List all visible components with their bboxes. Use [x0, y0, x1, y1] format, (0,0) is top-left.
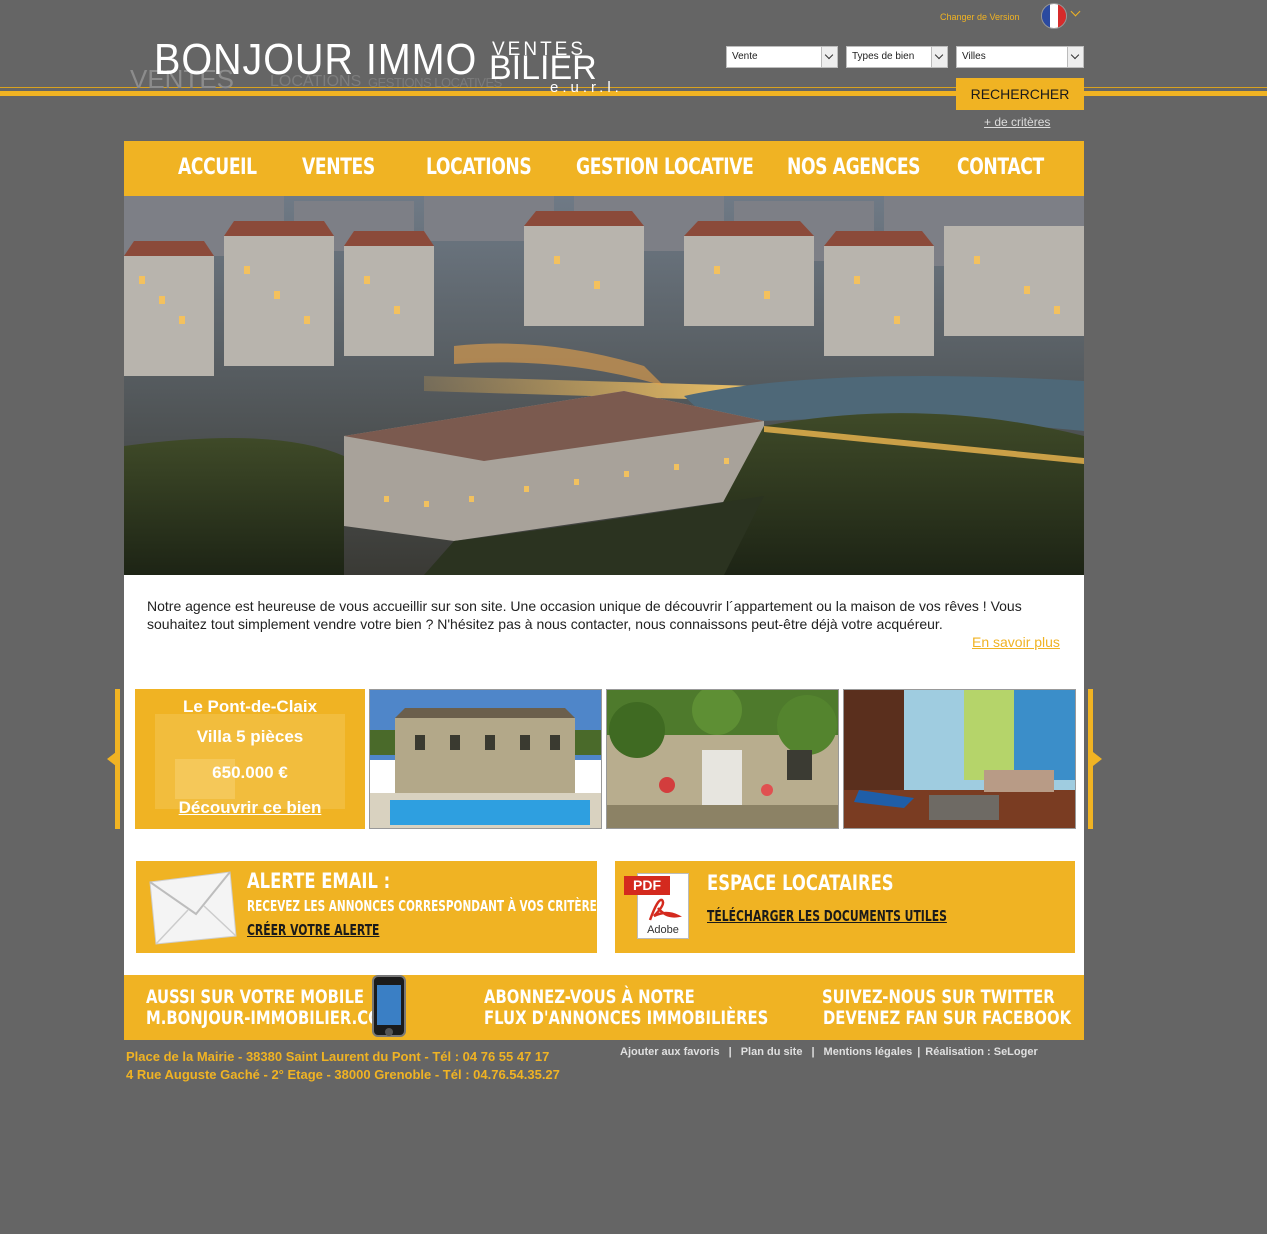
property-thumbnail-villa-pool[interactable] [369, 689, 602, 829]
logo-main[interactable]: BONJOUR IMMO [154, 38, 477, 82]
site-map-link[interactable]: Plan du site [741, 1046, 803, 1058]
envelope-icon [149, 871, 237, 945]
address-saint-laurent: Place de la Mairie - 38380 Saint Laurent… [126, 1049, 550, 1064]
facebook-link[interactable]: DEVENEZ FAN SUR FACEBOOK [823, 1008, 1071, 1029]
chevron-down-icon [821, 47, 837, 67]
learn-more-link[interactable]: En savoir plus [972, 634, 1060, 650]
pdf-label: PDF [624, 876, 670, 895]
discover-property-link[interactable]: Découvrir ce bien [135, 798, 365, 818]
feed-line2[interactable]: FLUX D'ANNONCES IMMOBILIÈRES [484, 1008, 768, 1029]
logo-eurl: e.u.r.l. [550, 79, 623, 96]
add-favorites-link[interactable]: Ajouter aux favoris [620, 1046, 720, 1058]
city-select-value: Villes [962, 51, 986, 62]
transaction-select[interactable]: Vente [726, 46, 838, 68]
download-documents-link[interactable]: TÉLÉCHARGER LES DOCUMENTS UTILES [707, 907, 947, 925]
property-type-select-value: Types de bien [852, 51, 915, 62]
arrow-left-icon[interactable] [107, 752, 116, 766]
footer-separator: | [917, 1046, 921, 1058]
footer-separator: | [811, 1046, 815, 1058]
featured-property-card[interactable]: Le Pont-de-Claix Villa 5 pièces 650.000 … [135, 689, 365, 829]
adobe-label: Adobe [647, 924, 679, 936]
legal-notice-link[interactable]: Mentions légales [824, 1046, 913, 1058]
featured-price: 650.000 € [212, 763, 288, 782]
property-thumbnail-stone-house[interactable] [606, 689, 839, 829]
nav-gestion-locative[interactable]: GESTION LOCATIVE [576, 155, 754, 180]
city-select[interactable]: Villes [956, 46, 1084, 68]
tenant-space-title: ESPACE LOCATAIRES [707, 871, 894, 895]
email-alert-box[interactable]: ALERTE EMAIL : RECEVEZ LES ANNONCES CORR… [136, 861, 604, 953]
chevron-down-icon[interactable] [1070, 6, 1081, 17]
property-thumbnail-living-room[interactable] [843, 689, 1076, 829]
nav-accueil[interactable]: ACCUEIL [178, 155, 257, 180]
nav-ventes[interactable]: VENTES [302, 155, 375, 180]
nav-contact[interactable]: CONTACT [957, 155, 1044, 180]
social-band: AUSSI SUR VOTRE MOBILE M.BONJOUR-IMMOBIL… [124, 975, 1084, 1040]
feed-line1[interactable]: ABONNEZ-VOUS À NOTRE [484, 987, 695, 1008]
nav-nos-agences[interactable]: NOS AGENCES [787, 155, 921, 180]
main-nav: ACCUEIL VENTES LOCATIONS GESTION LOCATIV… [124, 141, 1084, 196]
chevron-down-icon [1067, 47, 1083, 67]
chevron-down-icon [931, 47, 947, 67]
mobile-site-link[interactable]: M.BONJOUR-IMMOBILIER.COM [146, 1008, 395, 1029]
footer-separator: | [728, 1046, 732, 1058]
more-criteria-link[interactable]: + de critères [984, 115, 1050, 129]
hero-city-image [124, 196, 1084, 575]
change-version-link[interactable]: Changer de Version [940, 12, 1020, 22]
property-type-select[interactable]: Types de bien [846, 46, 948, 68]
address-grenoble: 4 Rue Auguste Gaché - 2° Etage - 38000 G… [126, 1067, 560, 1082]
arrow-right-icon[interactable] [1093, 752, 1102, 766]
nav-locations[interactable]: LOCATIONS [426, 155, 532, 180]
create-alert-link[interactable]: CRÉER VOTRE ALERTE [247, 921, 379, 939]
footer-links: Ajouter aux favoris | Plan du site | Mention… [620, 1046, 1038, 1058]
twitter-link[interactable]: SUIVEZ-NOUS SUR TWITTER [822, 987, 1055, 1008]
mobile-line1: AUSSI SUR VOTRE MOBILE [146, 986, 365, 1008]
pdf-document-icon: PDF Adobe [624, 873, 689, 939]
adobe-logo-icon [648, 898, 683, 921]
featured-type: Villa 5 pièces [196, 727, 304, 746]
smartphone-icon [372, 975, 406, 1037]
transaction-select-value: Vente [732, 51, 758, 62]
featured-city: Le Pont-de-Claix [182, 697, 318, 716]
search-button[interactable]: RECHERCHER [956, 78, 1084, 110]
email-alert-title: ALERTE EMAIL : [247, 869, 391, 893]
credits-link[interactable]: Réalisation : SeLoger [925, 1046, 1037, 1058]
french-flag-icon[interactable] [1041, 3, 1067, 29]
tenant-space-box[interactable]: PDF Adobe ESPACE LOCATAIRES TÉLÉCHARGER … [615, 861, 1075, 953]
email-alert-subtitle: RECEVEZ LES ANNONCES CORRESPONDANT À VOS… [247, 897, 605, 915]
intro-text: Notre agence est heureuse de vous accuei… [147, 598, 1022, 632]
